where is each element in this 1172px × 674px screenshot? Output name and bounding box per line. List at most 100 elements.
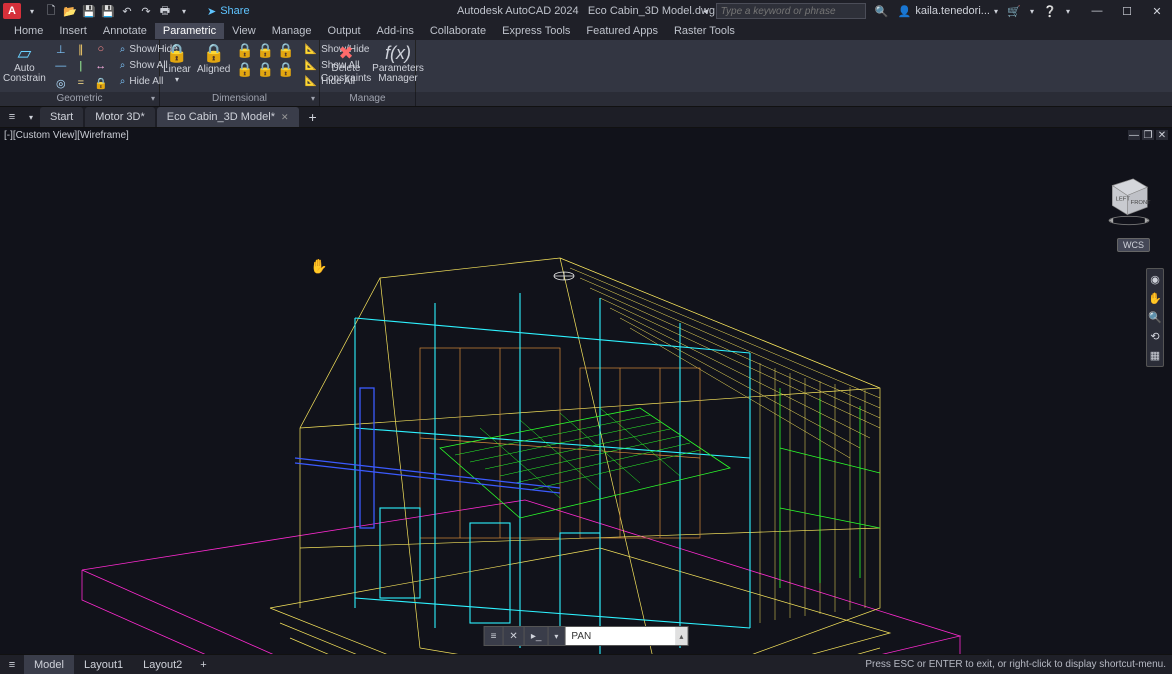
user-menu[interactable]: 👤 kaila.tenedori... ▾ bbox=[898, 5, 998, 18]
chevron-down-icon: ▾ bbox=[175, 75, 179, 84]
layout-tab-layout2[interactable]: Layout2 bbox=[133, 655, 192, 674]
window-controls: — ☐ ✕ bbox=[1088, 3, 1166, 19]
tab-collaborate[interactable]: Collaborate bbox=[422, 23, 494, 39]
tab-manage[interactable]: Manage bbox=[264, 23, 320, 39]
tab-featuredapps[interactable]: Featured Apps bbox=[578, 23, 666, 39]
label: Eco Cabin_3D Model* bbox=[167, 111, 275, 123]
aligned-button[interactable]: 🔒 Aligned bbox=[197, 42, 230, 92]
cmdline-close-icon[interactable]: ✕ bbox=[503, 627, 524, 645]
expand-icon: ▾ bbox=[311, 94, 315, 103]
saveas-icon[interactable]: 💾 bbox=[100, 3, 116, 19]
dim-icon[interactable]: 🔒 bbox=[277, 42, 294, 59]
constraint-parallel-icon[interactable]: ∥ bbox=[72, 42, 90, 56]
panel-manage: ✖ Delete Constraints f(x) Parameters Man… bbox=[320, 40, 416, 92]
panel-label-dimensional[interactable]: Dimensional▾ bbox=[160, 92, 320, 106]
search-input[interactable] bbox=[716, 3, 866, 19]
show-all-icon: ⌕ bbox=[120, 60, 126, 71]
layout-tab-layout1[interactable]: Layout1 bbox=[74, 655, 133, 674]
constraint-vertical-icon[interactable]: | bbox=[72, 59, 90, 73]
tab-parametric[interactable]: Parametric bbox=[155, 23, 224, 39]
title-text: Autodesk AutoCAD 2024 Eco Cabin_3D Model… bbox=[457, 5, 715, 17]
viewport[interactable]: [-][Custom View][Wireframe] — ❐ ✕ LEFT F… bbox=[0, 128, 1172, 654]
share-button[interactable]: ➤ Share bbox=[207, 5, 250, 18]
new-tab-button[interactable]: + bbox=[303, 109, 323, 125]
share-label: Share bbox=[220, 5, 249, 17]
close-icon[interactable]: ✕ bbox=[281, 112, 289, 123]
tab-view[interactable]: View bbox=[224, 23, 264, 39]
label: Start bbox=[50, 111, 73, 123]
drawer-icon[interactable]: ≡ bbox=[0, 106, 24, 128]
minimize-button[interactable]: — bbox=[1088, 3, 1106, 19]
open-icon[interactable]: 📂 bbox=[62, 3, 78, 19]
command-dropdown-icon[interactable]: ▴ bbox=[675, 627, 687, 645]
quick-access-toolbar: A ▾ 🗋 📂 💾 💾 ↶ ↷ 🖶 ▾ ➤ Share bbox=[0, 3, 250, 19]
cart-icon[interactable]: 🛒 bbox=[1006, 3, 1022, 19]
tab-insert[interactable]: Insert bbox=[51, 23, 95, 39]
tab-addins[interactable]: Add-ins bbox=[369, 23, 422, 39]
constraint-fix-icon[interactable]: 🔒 bbox=[92, 76, 110, 90]
delete-constraints-button[interactable]: ✖ Delete Constraints bbox=[323, 42, 369, 92]
file-tab-motor3d[interactable]: Motor 3D* bbox=[85, 107, 155, 127]
add-layout-button[interactable]: + bbox=[192, 659, 214, 671]
fx-icon: f(x) bbox=[384, 42, 412, 64]
panel-label-geometric[interactable]: Geometric▾ bbox=[0, 92, 160, 106]
dim-icon[interactable]: 🔒 bbox=[236, 61, 253, 78]
linear-icon: 🔒 bbox=[163, 42, 191, 64]
file-tab-start[interactable]: Start bbox=[40, 107, 83, 127]
constraint-concentric-icon[interactable]: ◎ bbox=[52, 76, 70, 90]
layout-tab-model[interactable]: Model bbox=[24, 655, 74, 674]
chevron-down-icon[interactable]: ▾ bbox=[1066, 7, 1070, 16]
cmdline-recent-icon[interactable]: ▾ bbox=[548, 627, 565, 645]
save-icon[interactable]: 💾 bbox=[81, 3, 97, 19]
tab-rastertools[interactable]: Raster Tools bbox=[666, 23, 743, 39]
constraint-tangent-icon[interactable]: ○ bbox=[92, 42, 110, 56]
caret-icon[interactable]: ▾ bbox=[176, 3, 192, 19]
label: Layout2 bbox=[143, 659, 182, 671]
auto-constrain-label: Auto Constrain bbox=[3, 64, 46, 84]
constraint-horizontal-icon[interactable]: — bbox=[52, 59, 70, 73]
chevron-down-icon[interactable]: ▾ bbox=[24, 106, 38, 128]
cmdline-history-icon[interactable]: ≡ bbox=[485, 627, 504, 645]
user-icon: 👤 bbox=[898, 5, 912, 18]
constraint-collinear-icon[interactable]: ↔ bbox=[92, 59, 110, 73]
linear-button[interactable]: 🔒 Linear ▾ bbox=[163, 42, 191, 92]
label: Motor 3D* bbox=[95, 111, 145, 123]
hide-all-icon: 📐 bbox=[305, 76, 317, 87]
app-menu-button[interactable]: A bbox=[3, 3, 21, 19]
constraint-coincident-icon[interactable]: ⊥ bbox=[52, 42, 70, 56]
signin-icon[interactable]: 🔍 bbox=[874, 3, 890, 19]
tab-expresstools[interactable]: Express Tools bbox=[494, 23, 578, 39]
tab-output[interactable]: Output bbox=[320, 23, 369, 39]
undo-icon[interactable]: ↶ bbox=[119, 3, 135, 19]
parameters-manager-button[interactable]: f(x) Parameters Manager bbox=[375, 42, 421, 92]
drawer-icon[interactable]: ≡ bbox=[0, 659, 24, 671]
constraint-equal-icon[interactable]: = bbox=[72, 76, 90, 90]
panel-label-manage[interactable]: Manage bbox=[320, 92, 416, 106]
new-icon[interactable]: 🗋 bbox=[43, 3, 59, 19]
help-icon[interactable]: ❔ bbox=[1042, 3, 1058, 19]
linear-label: Linear bbox=[163, 64, 191, 75]
panel-geometric: ▱ Auto Constrain ⊥ ∥ ○ — | ↔ ◎ = 🔒 ⌕Show… bbox=[0, 40, 160, 92]
print-icon[interactable]: 🖶 bbox=[157, 3, 173, 19]
file-tab-ecocabin[interactable]: Eco Cabin_3D Model* ✕ bbox=[157, 107, 299, 127]
tab-annotate[interactable]: Annotate bbox=[95, 23, 155, 39]
dim-icon[interactable]: 🔒 bbox=[257, 42, 274, 59]
aligned-label: Aligned bbox=[197, 64, 230, 75]
dim-icon[interactable]: 🔒 bbox=[236, 42, 253, 59]
dim-icon[interactable]: 🔒 bbox=[277, 61, 294, 78]
title-bar: A ▾ 🗋 📂 💾 💾 ↶ ↷ 🖶 ▾ ➤ Share Autodesk Aut… bbox=[0, 0, 1172, 22]
tab-home[interactable]: Home bbox=[6, 23, 51, 39]
panel-strip: Geometric▾ Dimensional▾ Manage bbox=[0, 92, 1172, 106]
command-input[interactable]: PAN bbox=[565, 627, 675, 645]
chevron-down-icon[interactable]: ▾ bbox=[1030, 7, 1034, 16]
caret-icon[interactable]: ▾ bbox=[24, 3, 40, 19]
user-label: kaila.tenedori... bbox=[915, 5, 990, 17]
dim-icon[interactable]: 🔒 bbox=[257, 61, 274, 78]
redo-icon[interactable]: ↷ bbox=[138, 3, 154, 19]
maximize-button[interactable]: ☐ bbox=[1118, 3, 1136, 19]
auto-constrain-button[interactable]: ▱ Auto Constrain bbox=[3, 42, 46, 92]
cmdline-prompt-icon[interactable]: ▸_ bbox=[525, 627, 549, 645]
drawing-canvas bbox=[0, 128, 1172, 654]
close-button[interactable]: ✕ bbox=[1148, 3, 1166, 19]
chevron-down-icon: ▾ bbox=[994, 7, 998, 16]
